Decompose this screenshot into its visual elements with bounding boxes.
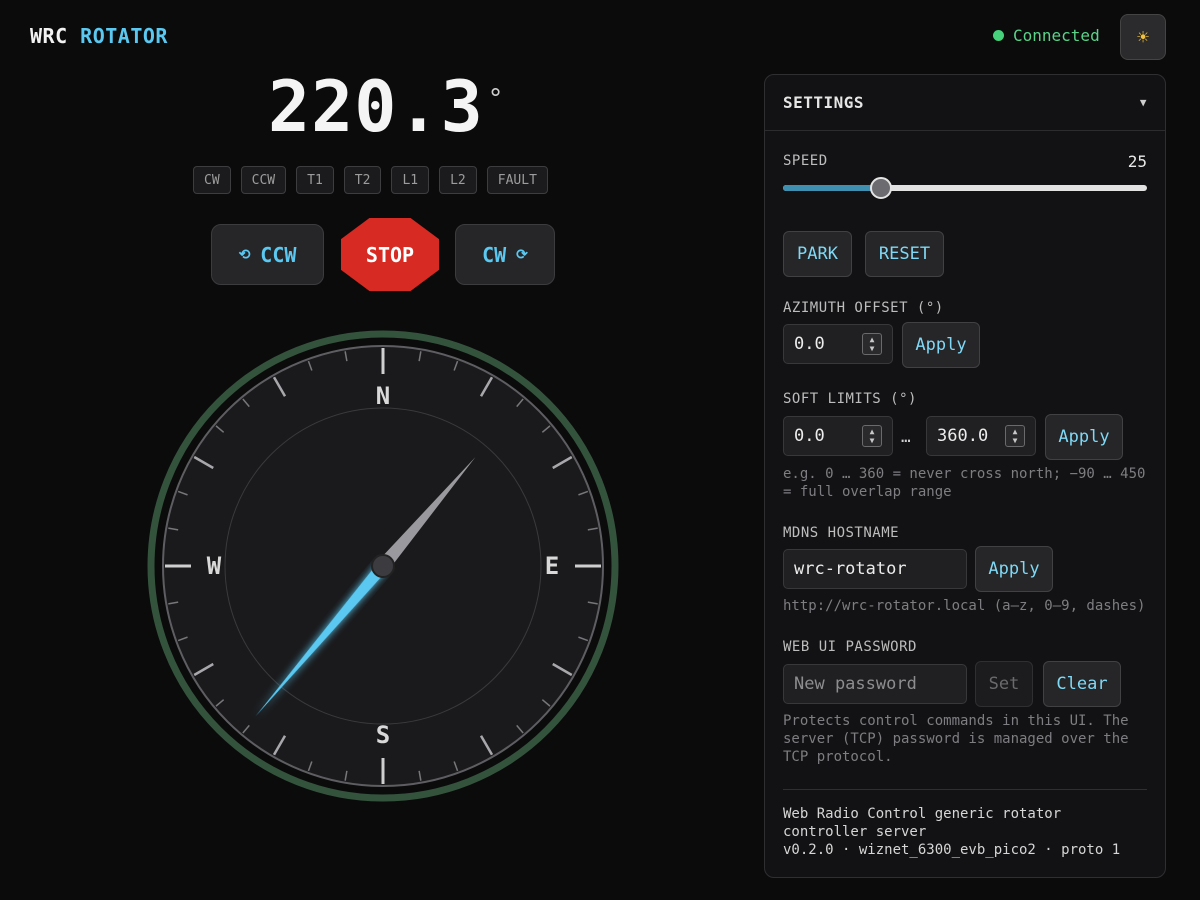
azimuth-offset-label: AZIMUTH OFFSET (°): [783, 300, 944, 316]
flag-t2: T2: [343, 166, 382, 194]
ccw-button[interactable]: ⟲ CCW: [211, 224, 324, 285]
speed-slider-thumb[interactable]: [870, 177, 893, 199]
cw-button-label: CW: [482, 242, 507, 267]
rotate-ccw-icon: ⟲: [238, 246, 251, 263]
sun-icon: ☀: [1136, 25, 1150, 49]
soft-limits-label: SOFT LIMITS (°): [783, 391, 917, 407]
compass-east-label: E: [545, 552, 559, 580]
settings-header[interactable]: SETTINGS ▼: [765, 75, 1165, 131]
flag-t1: T1: [296, 166, 334, 194]
azimuth-unit: °: [487, 84, 505, 114]
speed-slider[interactable]: [783, 177, 1147, 199]
chevron-down-icon: ▼: [1139, 96, 1147, 109]
spinner-icon[interactable]: ▲ ▼: [862, 425, 882, 447]
mdns-hostname-input[interactable]: wrc-rotator: [783, 549, 967, 589]
connection-status: Connected: [993, 26, 1100, 45]
status-dot-icon: [993, 30, 1004, 41]
settings-panel: SETTINGS ▼ SPEED 25 PARK RESET AZIMUTH O…: [764, 74, 1166, 878]
mdns-hostname-label: MDNS HOSTNAME: [783, 525, 900, 541]
speed-value: 25: [1127, 152, 1147, 171]
reset-button[interactable]: RESET: [865, 231, 944, 277]
soft-limit-min-value: 0.0: [794, 426, 825, 446]
brand-wrc: WRC: [30, 24, 68, 48]
compass-south-label: S: [376, 721, 390, 749]
stop-button-label: STOP: [365, 242, 415, 267]
soft-limits-apply-button[interactable]: Apply: [1045, 414, 1123, 460]
footer-divider: [783, 789, 1147, 790]
azimuth-offset-input[interactable]: 0.0 ▲ ▼: [783, 324, 893, 364]
settings-title: SETTINGS: [783, 93, 865, 112]
status-flags: CW CCW T1 T2 L1 L2 FAULT: [193, 166, 548, 194]
speed-label: SPEED: [783, 153, 828, 169]
azimuth-value: 220.3: [268, 66, 484, 148]
app-brand: WRC ROTATOR: [30, 24, 168, 48]
mdns-hint: http://wrc-rotator.local (a–z, 0–9, dash…: [783, 598, 1146, 614]
spinner-icon[interactable]: ▲ ▼: [862, 333, 882, 355]
theme-toggle-button[interactable]: ☀: [1120, 14, 1166, 60]
password-set-button[interactable]: Set: [975, 661, 1033, 707]
needle-hub: [371, 554, 395, 578]
compass-west-label: W: [207, 552, 222, 580]
compass-north-label: N: [376, 382, 390, 410]
password-clear-button[interactable]: Clear: [1043, 661, 1121, 707]
flag-cw: CW: [193, 166, 231, 194]
soft-limit-max-input[interactable]: 360.0 ▲ ▼: [926, 416, 1036, 456]
about-description: Web Radio Control generic rotator contro…: [783, 806, 1062, 840]
mdns-hostname-value: wrc-rotator: [794, 559, 907, 579]
azimuth-offset-apply-button[interactable]: Apply: [902, 322, 980, 368]
connection-status-label: Connected: [1013, 26, 1100, 45]
stop-button[interactable]: STOP: [341, 218, 439, 291]
password-label: WEB UI PASSWORD: [783, 639, 917, 655]
soft-limits-hint: e.g. 0 … 360 = never cross north; −90 … …: [783, 466, 1146, 500]
azimuth-readout: 220.3 °: [268, 66, 504, 148]
flag-fault: FAULT: [486, 166, 548, 194]
brand-rotator: ROTATOR: [80, 24, 168, 48]
park-button[interactable]: PARK: [783, 231, 852, 277]
about-footer: Web Radio Control generic rotator contro…: [783, 805, 1153, 859]
rotate-cw-icon: ⟳: [516, 246, 528, 263]
soft-limit-min-input[interactable]: 0.0 ▲ ▼: [783, 416, 893, 456]
mdns-apply-button[interactable]: Apply: [975, 546, 1053, 592]
password-input[interactable]: New password: [783, 664, 967, 704]
about-version: v0.2.0 · wiznet_6300_evb_pico2 · proto 1: [783, 842, 1121, 858]
speed-slider-fill: [783, 185, 882, 191]
azimuth-offset-value: 0.0: [794, 334, 825, 354]
flag-ccw: CCW: [240, 166, 287, 194]
flag-l2: L2: [439, 166, 477, 194]
spinner-icon[interactable]: ▲ ▼: [1005, 425, 1025, 447]
flag-l1: L1: [391, 166, 430, 194]
ccw-button-label: CCW: [260, 242, 297, 267]
soft-limits-separator: …: [901, 427, 911, 446]
compass-dial: N E S W: [145, 328, 621, 804]
cw-button[interactable]: CW ⟳: [455, 224, 555, 285]
password-hint: Protects control commands in this UI. Th…: [783, 713, 1129, 765]
password-placeholder: New password: [794, 674, 917, 694]
compass-svg: N E S W: [147, 330, 619, 802]
soft-limit-max-value: 360.0: [937, 426, 989, 446]
